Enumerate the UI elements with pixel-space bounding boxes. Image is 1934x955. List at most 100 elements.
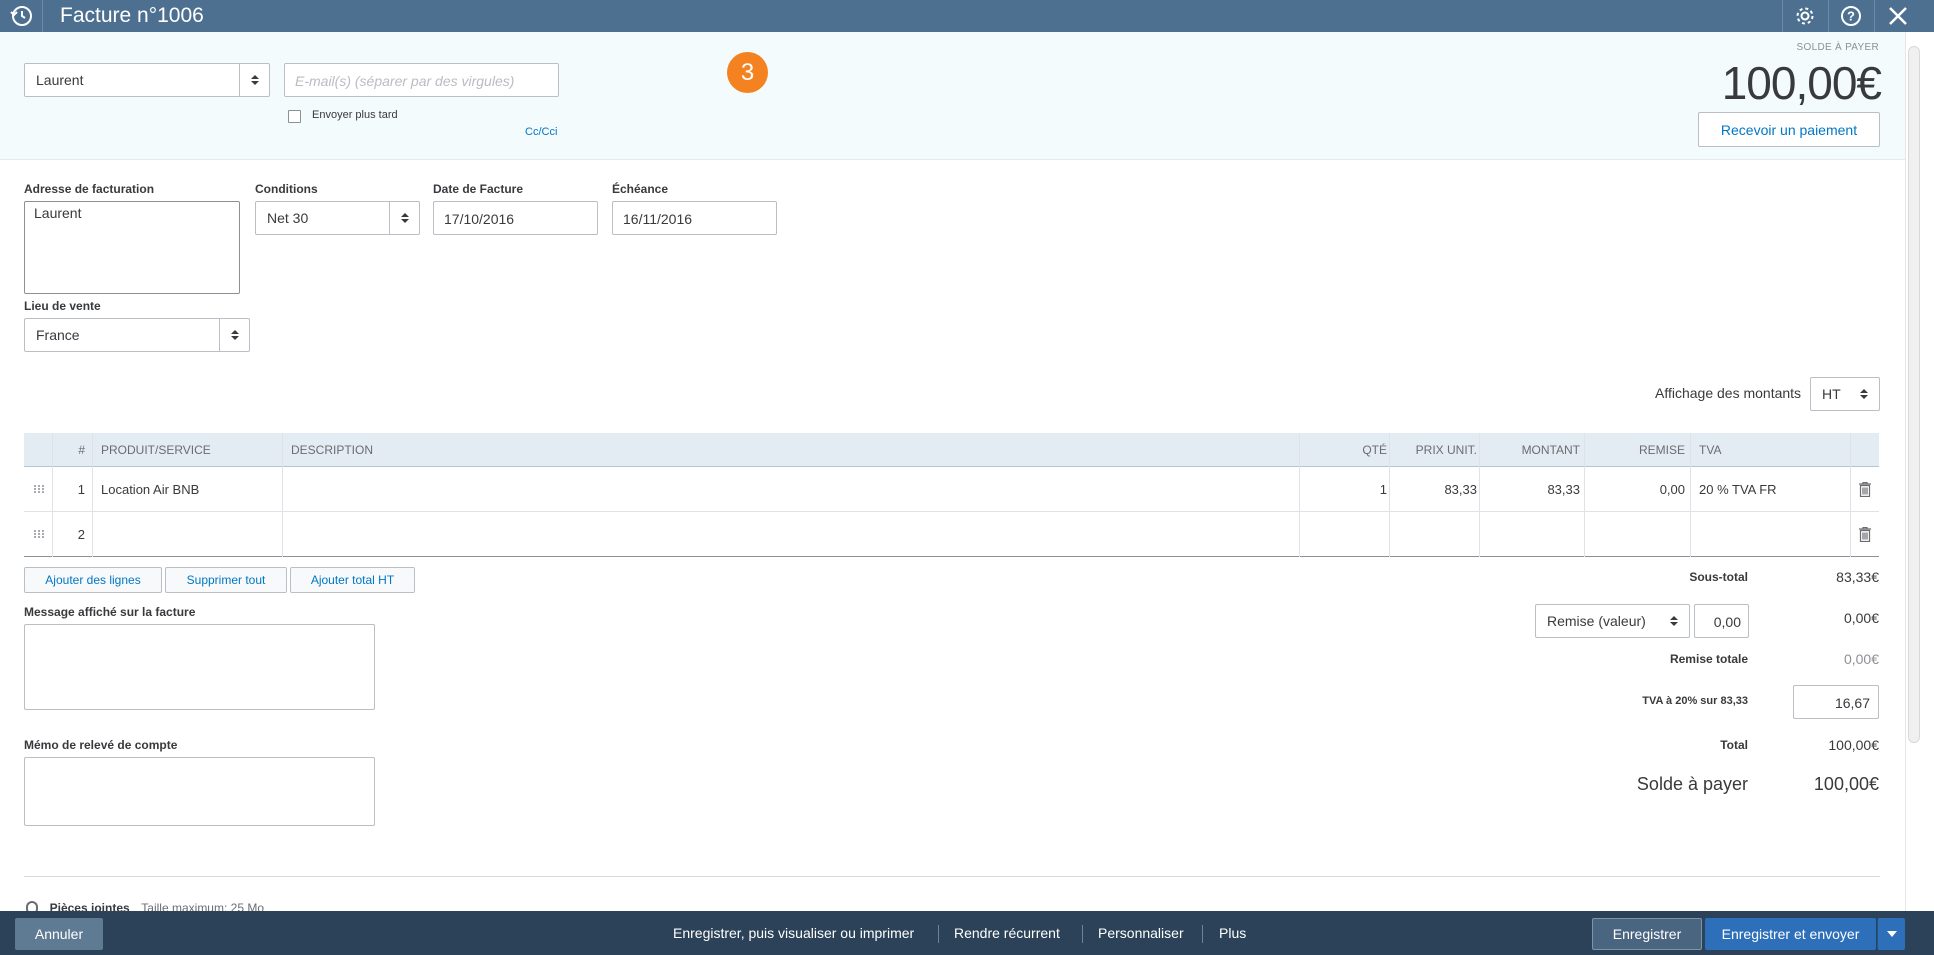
help-icon[interactable]: ? — [1828, 0, 1872, 32]
updown-arrow-icon — [1849, 378, 1879, 410]
header-num: # — [78, 442, 85, 457]
invoice-message-label: Message affiché sur la facture — [24, 605, 196, 619]
terms-label: Conditions — [255, 182, 318, 196]
customer-select[interactable]: Laurent — [24, 63, 270, 97]
attachments-hint: Taille maximum: 25 Mo — [141, 901, 264, 911]
vat-input[interactable]: 16,67 — [1793, 685, 1879, 719]
cc-link[interactable]: Cc/Cci — [525, 126, 557, 138]
vat-input-value: 16,67 — [1834, 695, 1870, 711]
row-qty[interactable]: 1 — [1305, 467, 1387, 511]
invoice-message-field[interactable] — [24, 624, 375, 710]
column-divider — [92, 433, 93, 557]
billing-address-field[interactable]: Laurent — [24, 201, 240, 294]
row-discount[interactable] — [1590, 512, 1685, 556]
balance-label: SOLDE À PAYER — [1796, 42, 1879, 53]
table-row[interactable]: 1 Location Air BNB 1 83,33 83,33 0,00 20… — [24, 467, 1879, 512]
row-product[interactable]: Location Air BNB — [101, 467, 281, 511]
row-description[interactable] — [291, 467, 1291, 511]
place-of-sale-label: Lieu de vente — [24, 299, 101, 313]
row-num: 2 — [77, 526, 85, 542]
column-divider — [1690, 433, 1691, 557]
svg-text:?: ? — [1847, 9, 1855, 24]
column-divider — [1479, 433, 1480, 557]
cancel-button[interactable]: Annuler — [15, 918, 103, 950]
send-later-checkbox[interactable] — [288, 110, 301, 123]
delete-all-button[interactable]: Supprimer tout — [165, 567, 287, 593]
invoice-date-field[interactable]: 17/10/2016 — [433, 201, 598, 235]
more-link[interactable]: Plus — [1219, 911, 1246, 955]
drag-handle-icon[interactable] — [33, 467, 47, 511]
billing-address-label: Adresse de facturation — [24, 182, 155, 196]
row-unit-price[interactable]: 83,33 — [1395, 467, 1477, 511]
amounts-display-select[interactable]: HT — [1810, 377, 1880, 411]
balance-amount: 100,00€ — [1721, 57, 1882, 109]
row-discount[interactable]: 0,00 — [1590, 467, 1685, 511]
row-amount[interactable]: 83,33 — [1485, 467, 1580, 511]
step-badge: 3 — [727, 52, 768, 93]
row-description[interactable] — [291, 512, 1291, 556]
trash-icon[interactable] — [1859, 512, 1877, 556]
receive-payment-button[interactable]: Recevoir un paiement — [1698, 112, 1880, 147]
subtotal-value: 83,33€ — [1836, 569, 1879, 585]
invoice-date-label: Date de Facture — [433, 182, 524, 196]
footer-separator — [938, 925, 939, 943]
email-field[interactable]: E-mail(s) (séparer par des virgules) — [284, 63, 559, 97]
row-vat[interactable]: 20 % TVA FR — [1699, 467, 1819, 511]
header-vat: TVA — [1699, 442, 1722, 457]
add-subtotal-button[interactable]: Ajouter total HT — [290, 567, 415, 593]
due-date-field[interactable]: 16/11/2016 — [612, 201, 777, 235]
table-row[interactable]: 2 — [24, 512, 1879, 557]
scrollbar-thumb[interactable] — [1908, 46, 1920, 743]
attachments-row: Pièces jointes Taille maximum: 25 Mo — [26, 901, 264, 911]
discount-type-value: Remise (valeur) — [1547, 613, 1646, 629]
column-divider — [1299, 433, 1300, 557]
footer-bar: Annuler Enregistrer, puis visualiser ou … — [0, 911, 1934, 955]
save-button[interactable]: Enregistrer — [1592, 918, 1702, 950]
add-lines-button[interactable]: Ajouter des lignes — [24, 567, 162, 593]
discount-input[interactable]: 0,00 — [1694, 604, 1749, 638]
save-and-send-button[interactable]: Enregistrer et envoyer — [1705, 918, 1876, 950]
row-qty[interactable] — [1305, 512, 1387, 556]
row-product[interactable] — [101, 512, 281, 556]
drag-handle-icon[interactable] — [33, 512, 47, 556]
gear-icon[interactable] — [1782, 0, 1826, 32]
column-divider — [52, 433, 53, 557]
save-and-print-link[interactable]: Enregistrer, puis visualiser ou imprimer — [673, 911, 914, 955]
row-vat[interactable] — [1699, 512, 1819, 556]
customize-link[interactable]: Personnaliser — [1098, 911, 1184, 955]
footer-separator — [1082, 925, 1083, 943]
send-later-label: Envoyer plus tard — [312, 109, 398, 121]
attachments-label: Pièces jointes — [49, 901, 130, 911]
place-of-sale-select[interactable]: France — [24, 318, 250, 352]
subtotal-label: Sous-total — [1689, 570, 1748, 584]
chevron-down-icon[interactable] — [1877, 918, 1905, 950]
updown-arrow-icon — [1659, 605, 1689, 637]
history-icon[interactable] — [9, 3, 35, 29]
terms-select[interactable]: Net 30 — [255, 201, 420, 235]
row-amount[interactable] — [1485, 512, 1580, 556]
column-divider — [1389, 433, 1390, 557]
header-unit-price: PRIX UNIT. — [1415, 442, 1477, 457]
column-divider — [1584, 433, 1585, 557]
statement-memo-field[interactable] — [24, 757, 375, 826]
header-description: DESCRIPTION — [291, 442, 374, 457]
page-title: Facture n°1006 — [60, 4, 204, 27]
customer-value: Laurent — [36, 72, 84, 88]
total-label: Total — [1720, 738, 1748, 752]
amounts-display-label: Affichage des montants — [1655, 385, 1802, 401]
row-unit-price[interactable] — [1395, 512, 1477, 556]
make-recurring-link[interactable]: Rendre récurrent — [954, 911, 1060, 955]
balance-due-label: Solde à payer — [1636, 774, 1748, 794]
divider — [24, 876, 1880, 877]
close-icon[interactable] — [1874, 0, 1920, 32]
trash-icon[interactable] — [1859, 467, 1877, 511]
total-discount-label: Remise totale — [1669, 652, 1748, 666]
billing-address-value: Laurent — [34, 205, 82, 221]
email-placeholder: E-mail(s) (séparer par des virgules) — [295, 73, 515, 89]
place-of-sale-value: France — [36, 327, 80, 343]
header-amount: MONTANT — [1521, 442, 1580, 457]
header-product: PRODUIT/SERVICE — [101, 442, 211, 457]
discount-type-select[interactable]: Remise (valeur) — [1535, 604, 1690, 638]
terms-value: Net 30 — [267, 210, 309, 226]
row-num: 1 — [77, 481, 85, 497]
